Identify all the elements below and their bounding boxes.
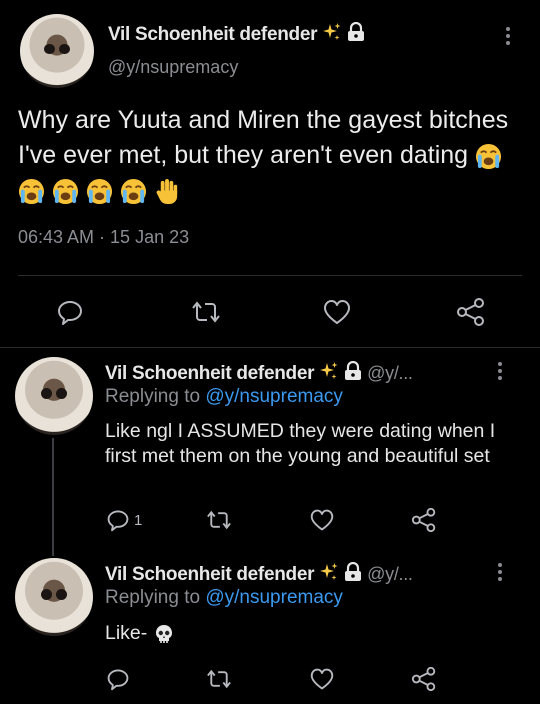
sparkles-icon (319, 562, 339, 588)
loudly-crying-face-icon (86, 178, 112, 204)
avatar[interactable] (20, 14, 94, 88)
more-options-icon[interactable] (498, 362, 502, 380)
replying-to-link[interactable]: @y/nsupremacy (205, 386, 343, 407)
author-name[interactable]: Vil Schoenheit defender (108, 21, 365, 48)
reply-button[interactable]: 1 (106, 508, 142, 532)
lock-icon (347, 21, 365, 48)
avatar-eye (56, 589, 68, 601)
replying-to: Replying to @y/nsupremacy (105, 587, 343, 608)
avatar-eye (59, 43, 70, 54)
sparkles-icon (319, 361, 339, 387)
divider (18, 275, 522, 276)
divider (0, 347, 540, 348)
skull-icon (155, 624, 172, 643)
loudly-crying-face-icon (476, 143, 502, 169)
author-handle[interactable]: @y/... (367, 564, 413, 584)
loudly-crying-face-icon (120, 178, 146, 204)
avatar-eye (40, 388, 52, 400)
author-handle[interactable]: @y/... (367, 363, 413, 383)
reply-icon (107, 510, 129, 532)
avatar[interactable] (15, 357, 93, 435)
retweet-icon[interactable] (205, 508, 233, 532)
more-options-icon[interactable] (498, 563, 502, 581)
reply-icon[interactable] (106, 667, 130, 691)
share-icon[interactable] (456, 298, 486, 326)
like-icon[interactable] (322, 298, 352, 326)
avatar-eye (56, 388, 68, 400)
raised-hand-icon (156, 178, 177, 204)
reply-icon[interactable] (56, 298, 84, 326)
avatar-eye (44, 43, 55, 54)
retweet-icon[interactable] (205, 667, 233, 691)
like-icon[interactable] (309, 667, 335, 691)
replying-to: Replying to @y/nsupremacy (105, 386, 343, 407)
author-name[interactable]: Vil Schoenheit defender @y/... (105, 561, 413, 588)
share-icon[interactable] (411, 508, 437, 532)
sparkles-icon (322, 22, 342, 48)
loudly-crying-face-icon (18, 178, 45, 204)
avatar[interactable] (15, 558, 93, 636)
reply-count: 1 (134, 511, 143, 529)
author-name[interactable]: Vil Schoenheit defender @y/... (105, 360, 413, 387)
thread-line (52, 438, 54, 556)
retweet-icon[interactable] (190, 298, 222, 326)
like-icon[interactable] (309, 508, 335, 532)
tweet-text: Why are Yuuta and Miren the gayest bitch… (18, 103, 518, 208)
reply-text: Like ngl I ASSUMED they were dating when… (105, 420, 496, 467)
reply-text: Like- (105, 621, 175, 646)
avatar-eye (40, 589, 52, 601)
more-options-icon[interactable] (506, 27, 510, 45)
author-handle[interactable]: @y/nsupremacy (108, 57, 238, 78)
share-icon[interactable] (411, 667, 437, 691)
replying-to-link[interactable]: @y/nsupremacy (205, 587, 343, 608)
loudly-crying-face-icon (52, 178, 78, 204)
lock-icon (344, 561, 362, 588)
lock-icon (344, 360, 362, 387)
tweet-timestamp: 06:43 AM · 15 Jan 23 (18, 227, 190, 247)
